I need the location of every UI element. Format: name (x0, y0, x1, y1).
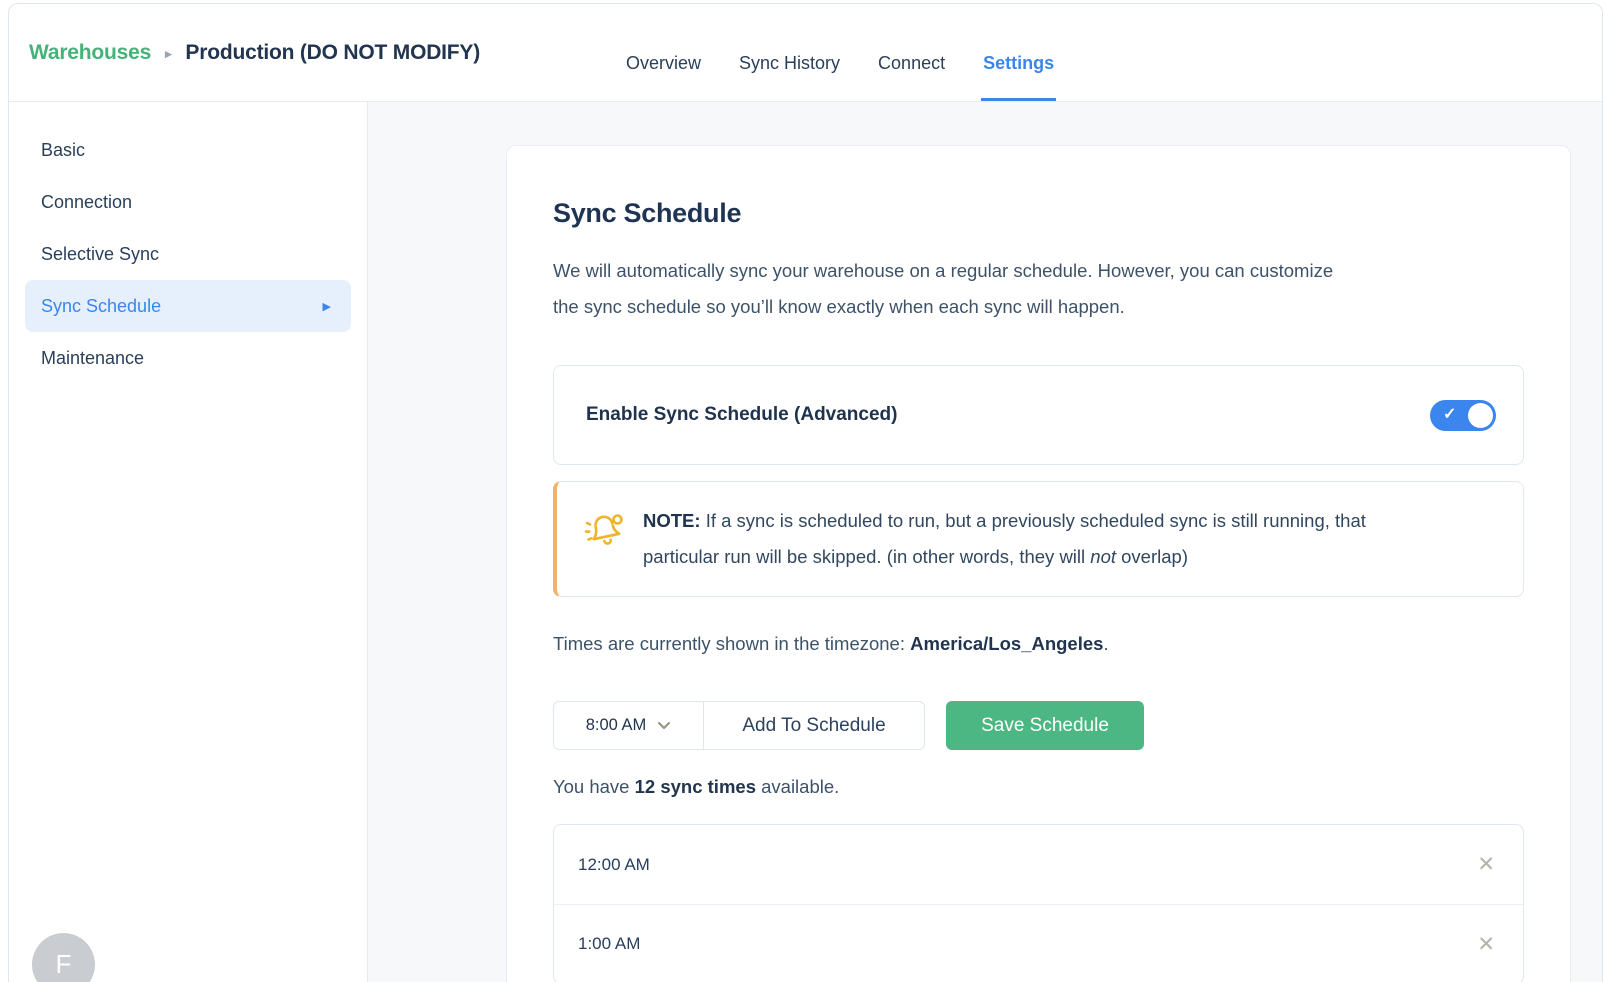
sidebar-item-maintenance[interactable]: Maintenance (25, 332, 351, 384)
sync-time-row: 12:00 AM ✕ (554, 825, 1523, 904)
tab-bar: Overview Sync History Connect Settings (624, 4, 1056, 101)
note-label: NOTE: (643, 510, 701, 531)
timezone-line: Times are currently shown in the timezon… (553, 633, 1524, 655)
tab-settings[interactable]: Settings (981, 53, 1056, 101)
close-icon[interactable]: ✕ (1477, 854, 1495, 875)
user-avatar[interactable]: F (32, 933, 95, 982)
sync-times-list: 12:00 AM ✕ 1:00 AM ✕ (553, 824, 1524, 982)
availability-line: You have 12 sync times available. (553, 776, 1524, 798)
note-text: NOTE: If a sync is scheduled to run, but… (643, 503, 1443, 575)
availability-count: 12 sync times (635, 776, 756, 797)
page-title: Sync Schedule (553, 198, 1524, 229)
enable-sync-schedule-row: Enable Sync Schedule (Advanced) ✓ (553, 365, 1524, 465)
sync-schedule-card: Sync Schedule We will automatically sync… (506, 145, 1571, 982)
timezone-prefix: Times are currently shown in the timezon… (553, 633, 910, 654)
sidebar-item-sync-schedule[interactable]: Sync Schedule ▶ (25, 280, 351, 332)
page-header: Warehouses ▸ Production (DO NOT MODIFY) … (9, 4, 1602, 102)
save-schedule-button[interactable]: Save Schedule (946, 701, 1144, 750)
note-body-end: overlap) (1116, 546, 1188, 567)
bell-icon (583, 510, 629, 559)
enable-sync-toggle[interactable]: ✓ (1430, 400, 1496, 431)
sidebar-item-selective-sync[interactable]: Selective Sync (25, 228, 351, 280)
sync-time-row: 1:00 AM ✕ (554, 904, 1523, 982)
close-icon[interactable]: ✕ (1477, 934, 1495, 955)
availability-prefix: You have (553, 776, 635, 797)
check-icon: ✓ (1443, 407, 1456, 423)
timezone-suffix: . (1103, 633, 1108, 654)
note-italic-word: not (1090, 546, 1116, 567)
sidebar-item-label: Sync Schedule (41, 296, 161, 317)
schedule-description: We will automatically sync your warehous… (553, 253, 1358, 325)
time-select-value: 8:00 AM (586, 716, 647, 735)
tab-connect[interactable]: Connect (876, 53, 947, 101)
timezone-value: America/Los_Angeles (910, 633, 1103, 654)
sidebar-item-label: Connection (41, 192, 132, 213)
availability-suffix: available. (756, 776, 839, 797)
breadcrumb-warehouses-link[interactable]: Warehouses (29, 41, 151, 65)
enable-toggle-label: Enable Sync Schedule (Advanced) (586, 404, 897, 426)
tab-sync-history[interactable]: Sync History (737, 53, 842, 101)
sidebar-item-label: Selective Sync (41, 244, 159, 265)
app-window: Warehouses ▸ Production (DO NOT MODIFY) … (8, 3, 1603, 982)
sidebar-item-label: Basic (41, 140, 85, 161)
main-content-area: Sync Schedule We will automatically sync… (368, 102, 1602, 982)
sync-time-value: 1:00 AM (578, 934, 640, 954)
toggle-knob (1468, 403, 1493, 428)
page-body: Basic Connection Selective Sync Sync Sch… (9, 102, 1602, 982)
add-to-schedule-button[interactable]: Add To Schedule (703, 701, 925, 750)
sidebar-item-connection[interactable]: Connection (25, 176, 351, 228)
settings-sidebar: Basic Connection Selective Sync Sync Sch… (9, 102, 368, 982)
breadcrumb-current-page: Production (DO NOT MODIFY) (185, 41, 480, 65)
note-callout: NOTE: If a sync is scheduled to run, but… (553, 481, 1524, 597)
chevron-right-icon: ▶ (323, 300, 331, 313)
sync-time-value: 12:00 AM (578, 855, 650, 875)
chevron-down-icon (657, 721, 671, 730)
schedule-controls: 8:00 AM Add To Schedule Save Schedule (553, 701, 1524, 750)
note-body: If a sync is scheduled to run, but a pre… (643, 510, 1366, 567)
time-select[interactable]: 8:00 AM (553, 701, 704, 750)
tab-overview[interactable]: Overview (624, 53, 703, 101)
breadcrumb-separator-icon: ▸ (165, 46, 171, 62)
breadcrumb: Warehouses ▸ Production (DO NOT MODIFY) (29, 41, 480, 65)
sidebar-item-label: Maintenance (41, 348, 144, 369)
sidebar-item-basic[interactable]: Basic (25, 124, 351, 176)
